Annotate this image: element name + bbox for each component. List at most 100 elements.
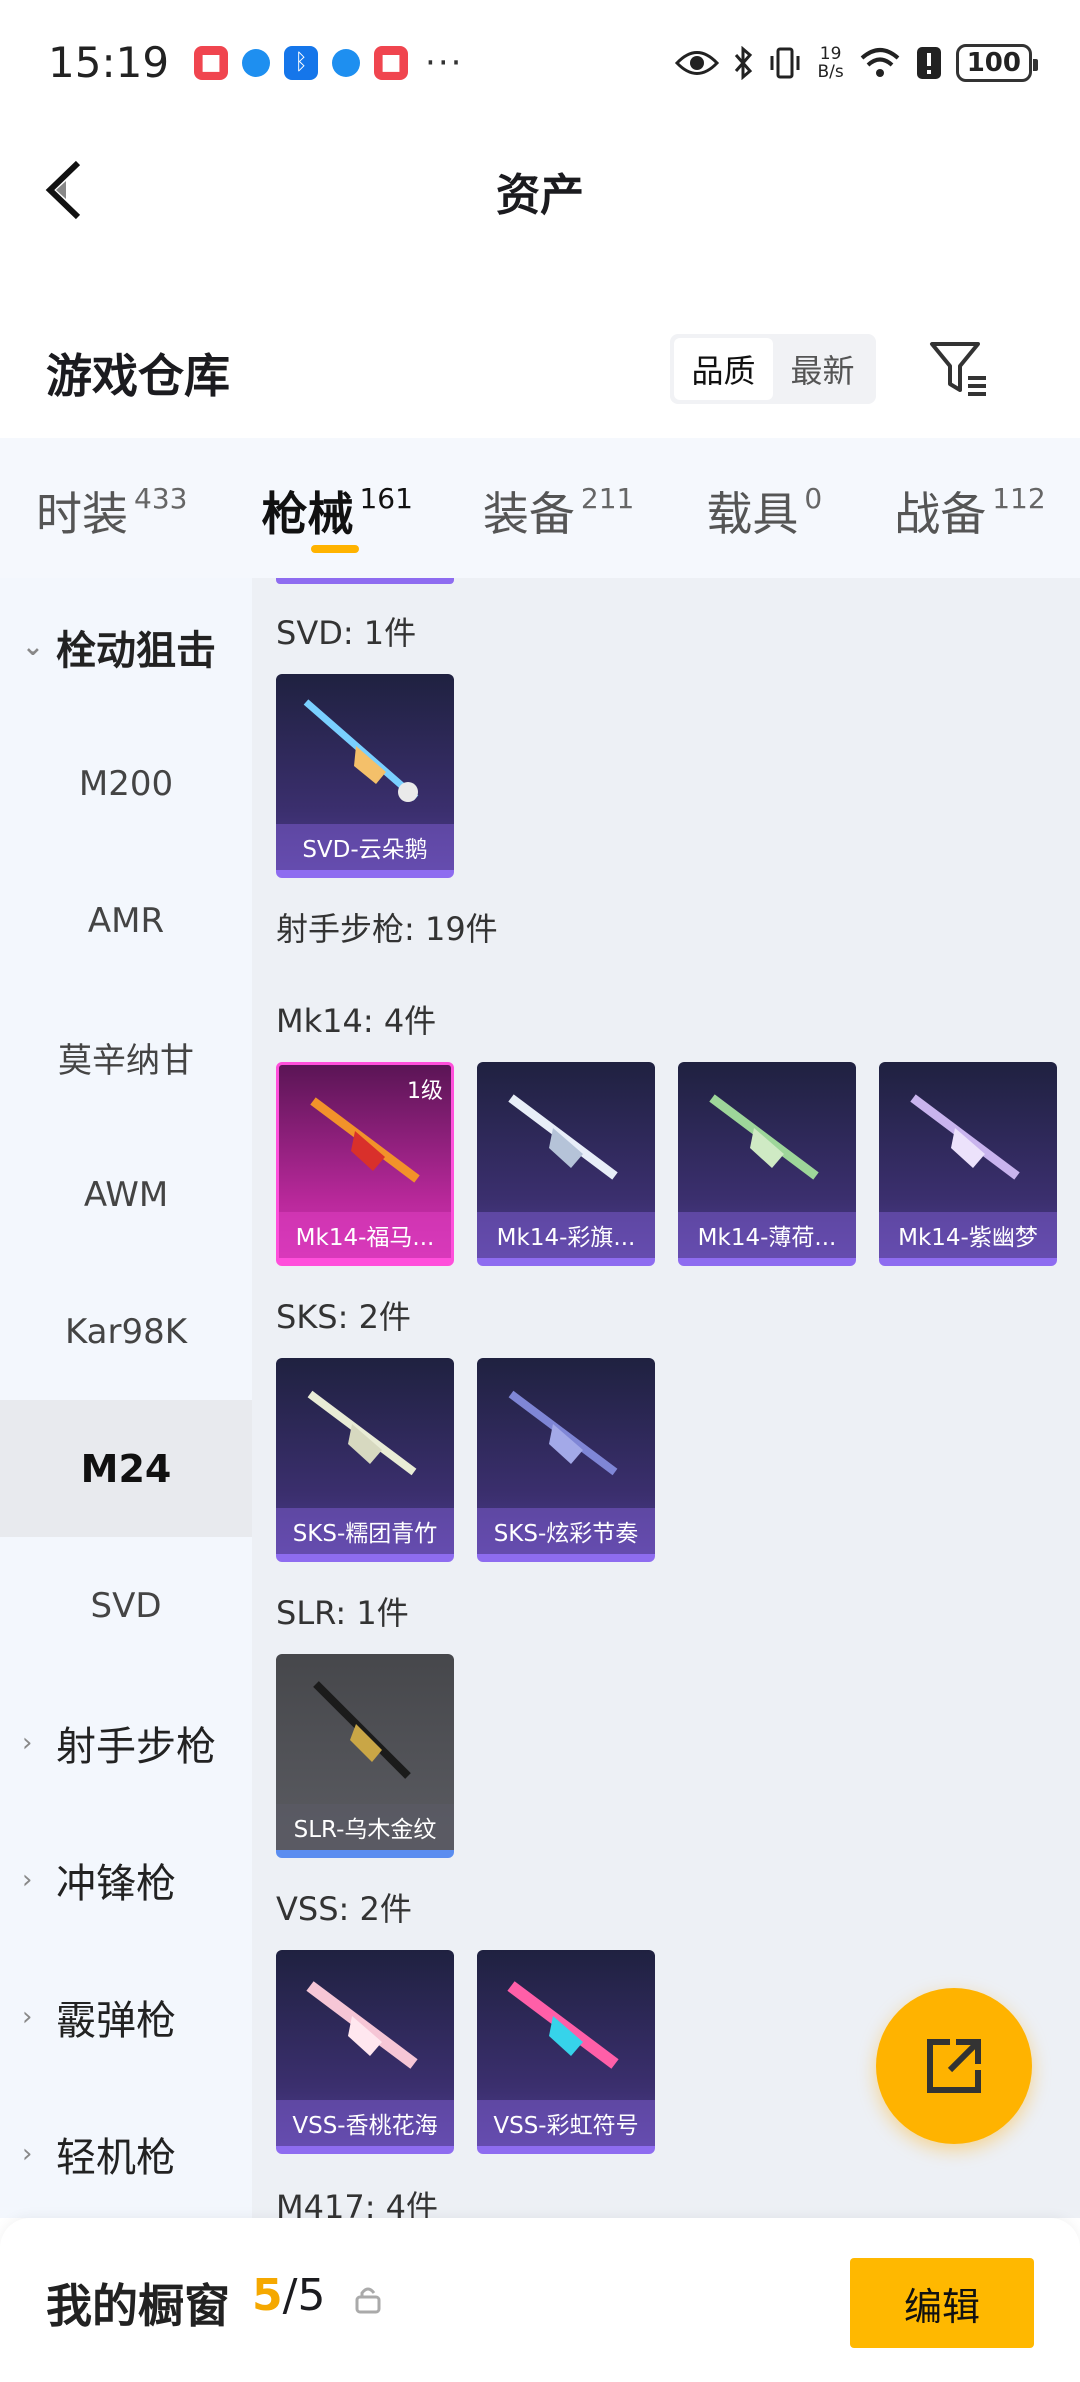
rifle-skin-image	[508, 1390, 618, 1476]
section-label-dmr: 射手步枪: 19件	[276, 910, 498, 948]
tab-vehicles[interactable]: 载具 0	[706, 438, 822, 578]
sidebar-group-label: 栓动狙击	[56, 627, 216, 674]
tab-equipment[interactable]: 装备 211	[483, 438, 634, 578]
weapon-card-name: Mk14-福马...	[279, 1212, 451, 1258]
rifle-skin-image	[310, 1097, 420, 1183]
more-notifications-icon: ···	[425, 42, 464, 83]
sidebar-group-label: 冲锋枪	[56, 1860, 176, 1907]
sidebar-item-awm[interactable]: AWM	[0, 1126, 252, 1263]
network-speed: 19 B/s	[817, 45, 843, 81]
sidebar-group-shotgun[interactable]: › 霰弹枪	[0, 1948, 252, 2085]
rifle-skin-image	[709, 1094, 819, 1180]
tab-label: 时装	[36, 487, 128, 541]
section-label-vss: VSS: 2件	[276, 1890, 412, 1928]
sort-latest-option[interactable]: 最新	[773, 338, 872, 400]
sidebar-group-lmg[interactable]: › 轻机枪	[0, 2085, 252, 2222]
weapon-card-name: SVD-云朵鹅	[276, 824, 454, 870]
sidebar-item-m200[interactable]: M200	[0, 715, 252, 852]
section-label-svd: SVD: 1件	[276, 614, 417, 652]
sort-toggle: 品质 最新	[670, 334, 876, 404]
tab-label: 载具	[706, 487, 799, 541]
bluetooth-icon	[735, 45, 753, 80]
category-tabs: 时装 433 枪械 161 装备 211 载具 0 战备 112	[0, 438, 1080, 578]
weapon-card-name: Mk14-薄荷...	[678, 1212, 856, 1258]
rifle-skin-image	[507, 1981, 619, 2069]
app-notification-icon	[242, 48, 271, 77]
rifle-skin-image	[307, 1390, 417, 1476]
app-notification-icon: ■	[374, 45, 409, 80]
sidebar-item-svd[interactable]: SVD	[0, 1537, 252, 1674]
weapon-card-name: VSS-彩虹符号	[477, 2100, 655, 2146]
speed-value: 19	[819, 43, 842, 64]
weapon-card[interactable]: 1级 Mk14-福马...	[276, 1062, 454, 1266]
tab-supplies[interactable]: 战备 112	[894, 438, 1045, 578]
tab-fashion[interactable]: 时装 433	[36, 438, 187, 578]
weapon-card[interactable]: SKS-炫彩节奏	[477, 1358, 655, 1562]
sidebar-item-m24[interactable]: M24	[0, 1400, 252, 1537]
tab-label: 枪械	[261, 487, 354, 541]
weapon-card[interactable]: SVD-云朵鹅	[276, 674, 454, 878]
weapon-card[interactable]: Mk14-薄荷...	[678, 1062, 856, 1266]
section-label-m417: M417: 4件	[276, 2188, 439, 2218]
weapon-card-name: SKS-糯团青竹	[276, 1508, 454, 1554]
weapon-card[interactable]: SKS-糯团青竹	[276, 1358, 454, 1562]
status-bar: 15:19 ■ ᛒ ■ ··· 19 B/s 100	[0, 0, 1080, 125]
vibrate-icon	[770, 47, 800, 78]
weapon-card[interactable]: VSS-彩虹符号	[477, 1950, 655, 2154]
rifle-skin-image	[910, 1094, 1020, 1180]
tab-count: 433	[134, 482, 188, 515]
weapon-card[interactable]: VSS-香桃花海	[276, 1950, 454, 2154]
header: 资产	[0, 125, 1080, 250]
alert-icon	[916, 46, 941, 79]
rifle-skin-image	[313, 1681, 411, 1779]
filter-icon[interactable]	[928, 338, 990, 400]
chevron-right-icon: ›	[22, 2138, 33, 2169]
status-time: 15:19	[48, 38, 170, 87]
sidebar-group-label: 射手步枪	[56, 1723, 216, 1770]
app-notification-icon	[332, 48, 361, 77]
weapon-card[interactable]: Mk14-紫幽梦	[879, 1062, 1057, 1266]
active-tab-indicator	[311, 545, 360, 553]
weapon-card-name: VSS-香桃花海	[276, 2100, 454, 2146]
rifle-skin-image	[306, 1981, 418, 2069]
weapon-card-name: SLR-乌木金纹	[276, 1804, 454, 1850]
sidebar-group-dmr[interactable]: › 射手步枪	[0, 1674, 252, 1811]
chevron-right-icon: ›	[22, 1864, 33, 1895]
edit-button[interactable]: 编辑	[850, 2258, 1034, 2348]
chevron-right-icon: ›	[22, 1727, 33, 1758]
share-icon	[927, 2039, 981, 2093]
battery-icon: 100	[955, 43, 1039, 82]
sidebar-group-label: 霰弹枪	[56, 1997, 176, 2044]
weapon-card-name: Mk14-紫幽梦	[879, 1212, 1057, 1258]
section-label-slr: SLR: 1件	[276, 1594, 409, 1632]
tab-label: 装备	[482, 487, 575, 541]
tab-label: 战备	[894, 487, 987, 541]
section-label-mk14: Mk14: 4件	[276, 1002, 437, 1040]
sidebar-item-amr[interactable]: AMR	[0, 852, 252, 989]
window-count-total: /5	[282, 2270, 326, 2321]
weapon-card[interactable]: Mk14-彩旗...	[477, 1062, 655, 1266]
sidebar-group-bolt-action[interactable]: ⌄ 栓动狙击	[0, 578, 252, 715]
sidebar-item-mosin[interactable]: 莫辛纳甘	[0, 989, 252, 1126]
chevron-down-icon: ⌄	[22, 631, 44, 662]
weapon-card-name: SKS-炫彩节奏	[477, 1508, 655, 1554]
my-window-title: 我的橱窗	[46, 2279, 230, 2333]
section-label-sks: SKS: 2件	[276, 1298, 411, 1336]
lock-icon	[355, 2287, 381, 2314]
my-window-bar: 我的橱窗 5/5 编辑	[0, 2218, 1080, 2382]
weapon-grid: SVD: 1件 SVD-云朵鹅 射手步枪: 19件 Mk14: 4件 1级 Mk…	[252, 578, 1080, 2218]
weapon-card[interactable]: SLR-乌木金纹	[276, 1654, 454, 1858]
tab-firearms[interactable]: 枪械 161	[261, 438, 413, 578]
sort-quality-option[interactable]: 品质	[674, 338, 773, 400]
eye-icon	[675, 50, 720, 75]
wifi-icon	[860, 47, 900, 77]
tab-count: 211	[580, 482, 635, 515]
window-count-current: 5	[252, 2270, 283, 2321]
warehouse-title: 游戏仓库	[46, 349, 230, 403]
tab-count: 0	[804, 482, 823, 515]
sidebar-item-kar98k[interactable]: Kar98K	[0, 1263, 252, 1400]
sidebar-group-smg[interactable]: › 冲锋枪	[0, 1811, 252, 1948]
sidebar-group-label: 轻机枪	[56, 2134, 176, 2181]
share-button[interactable]	[876, 1988, 1032, 2144]
bluetooth-notification-icon: ᛒ	[284, 45, 319, 80]
